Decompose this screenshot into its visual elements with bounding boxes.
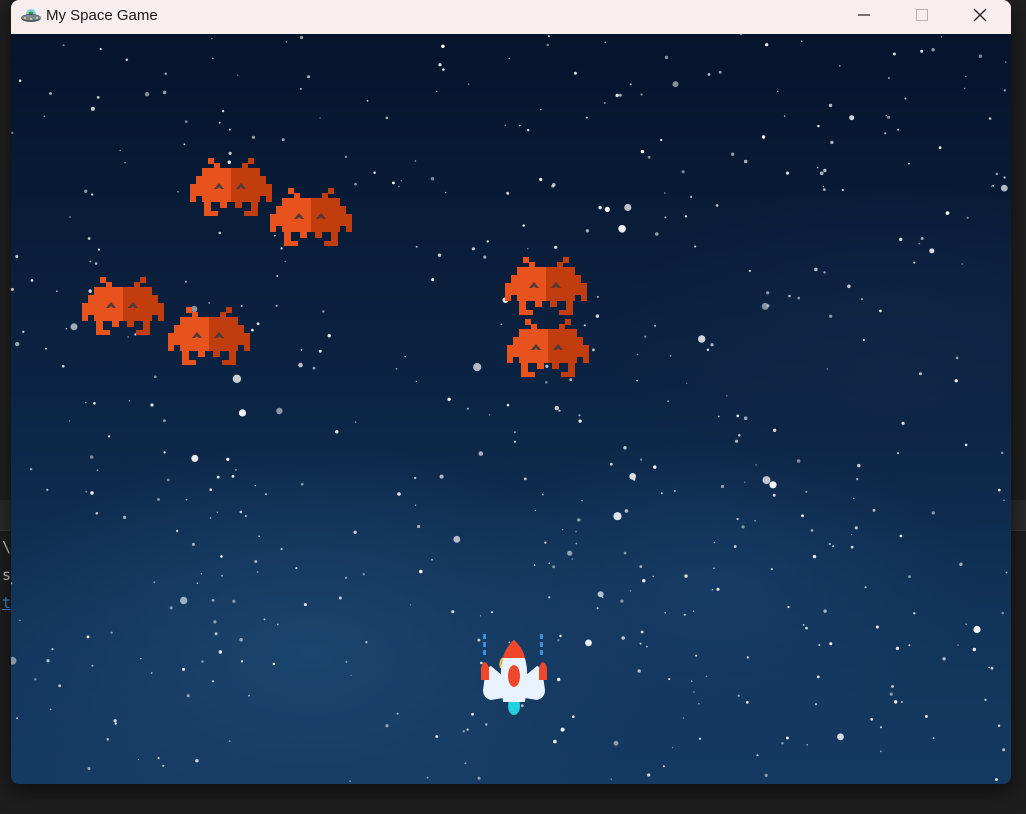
- close-icon: [973, 8, 987, 22]
- enemy-invader: [82, 277, 164, 342]
- background-link-fragment[interactable]: t: [2, 594, 11, 612]
- window-title: My Space Game: [46, 7, 158, 24]
- enemy-invader: [270, 188, 352, 253]
- alien-ufo-icon: [20, 6, 42, 26]
- player-ship: [477, 632, 551, 721]
- enemy-invader: [168, 307, 250, 372]
- game-window: My Space Game: [11, 0, 1011, 784]
- minimize-button[interactable]: [835, 0, 893, 30]
- pixel-invader-icon: [270, 188, 352, 246]
- enemy-invader: [507, 319, 589, 384]
- title-bar[interactable]: My Space Game: [11, 0, 1011, 34]
- rocket-ship-icon: [481, 634, 547, 715]
- maximize-icon: [915, 8, 929, 22]
- enemy-invader: [505, 257, 587, 322]
- background-text-fragment: \: [2, 538, 12, 556]
- close-button[interactable]: [951, 0, 1009, 30]
- game-canvas[interactable]: [11, 34, 1011, 784]
- pixel-invader-icon: [507, 319, 589, 377]
- pixel-invader-icon: [505, 257, 587, 315]
- pixel-invader-icon: [168, 307, 250, 365]
- pixel-invader-icon: [82, 277, 164, 335]
- pixel-invader-icon: [190, 158, 272, 216]
- minimize-icon: [857, 8, 871, 22]
- enemy-invader: [190, 158, 272, 223]
- maximize-button[interactable]: [893, 0, 951, 30]
